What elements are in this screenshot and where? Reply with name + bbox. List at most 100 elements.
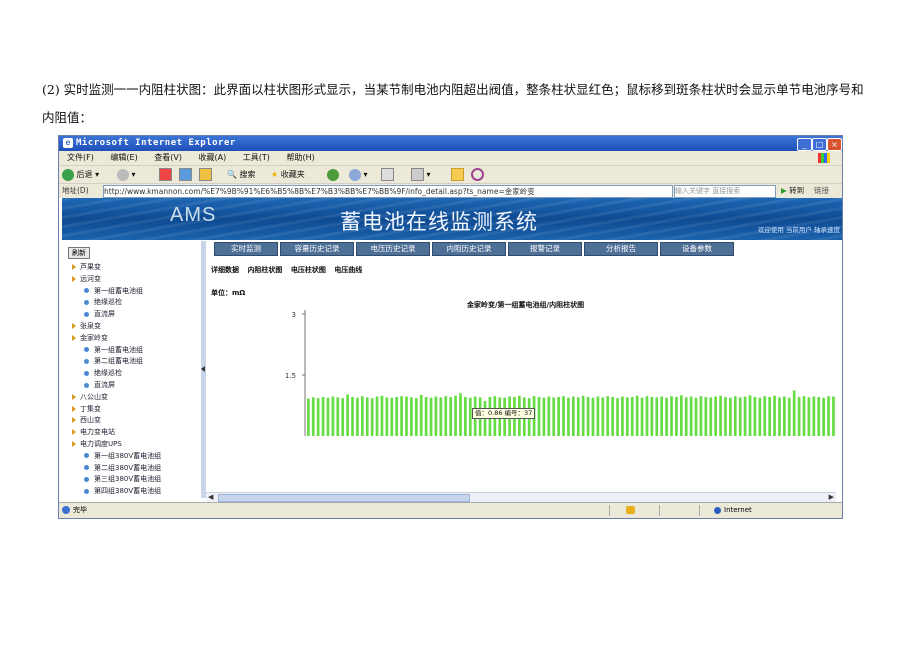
chart-bar[interactable] (365, 397, 369, 436)
chart-bar[interactable] (797, 396, 801, 436)
tree-child-item[interactable]: 直流屏 (84, 379, 115, 391)
chart-bar[interactable] (822, 397, 825, 436)
chart-bar[interactable] (650, 396, 654, 436)
chart-bar[interactable] (606, 396, 610, 436)
scrollbar-thumb[interactable] (218, 494, 470, 502)
chart-bar[interactable] (807, 397, 811, 436)
chart-bar[interactable] (787, 397, 791, 436)
home-button[interactable] (199, 168, 212, 182)
chart-bar[interactable] (454, 395, 457, 436)
tree-station-item[interactable]: 丁集变 (72, 403, 101, 415)
tree-child-item[interactable]: 第二组蓄电池组 (84, 355, 143, 367)
chart-bar[interactable] (763, 396, 767, 436)
chart-bar[interactable] (699, 396, 703, 436)
chart-bar[interactable] (670, 396, 673, 436)
sidebar-splitter[interactable] (201, 241, 206, 498)
tree-child-item[interactable]: 绝缘巡检 (84, 367, 122, 379)
menu-edit[interactable]: 编辑(E) (110, 153, 137, 162)
close-button[interactable]: × (827, 138, 842, 151)
chart-bar[interactable] (464, 396, 467, 436)
chart-bar[interactable] (562, 396, 565, 436)
search-button[interactable]: 🔍 搜索 (227, 168, 256, 182)
chart-bar[interactable] (385, 397, 389, 436)
scroll-right-arrow-icon[interactable]: ▶ (829, 493, 834, 501)
toolbar-search-input[interactable]: 输入关键字 直接搜索 (674, 185, 776, 198)
stop-button[interactable] (159, 168, 172, 182)
refresh-page-button[interactable] (179, 168, 192, 182)
chart-bar[interactable] (414, 398, 418, 436)
chart-bar[interactable] (773, 395, 776, 436)
scroll-left-arrow-icon[interactable]: ◀ (208, 493, 213, 501)
tree-child-item[interactable]: 第四组380V蓄电池组 (84, 485, 161, 497)
tab-analysis-report[interactable]: 分析报告 (584, 242, 658, 256)
chart-bar[interactable] (684, 397, 688, 436)
collapse-arrow-icon[interactable] (201, 366, 205, 372)
chart-bar[interactable] (390, 397, 394, 436)
tab-voltage-history[interactable]: 电压历史记录 (356, 242, 430, 256)
chart-bar[interactable] (419, 394, 423, 436)
chart-bar[interactable] (572, 396, 575, 436)
chart-bar[interactable] (635, 395, 639, 436)
chart-bar[interactable] (640, 397, 644, 436)
chart-bar[interactable] (621, 396, 624, 436)
chart-bar[interactable] (542, 397, 546, 436)
tab-device-params[interactable]: 设备参数 (660, 242, 734, 256)
chart-bar[interactable] (439, 397, 443, 436)
tree-child-item[interactable]: 第一组380V蓄电池组 (84, 450, 161, 462)
chart-bar[interactable] (783, 396, 786, 436)
chart-bar[interactable] (630, 396, 634, 436)
chart-bar[interactable] (665, 397, 668, 436)
chart-bar[interactable] (405, 396, 408, 436)
chart-bar[interactable] (812, 396, 816, 436)
menu-favorites[interactable]: 收藏(A) (199, 153, 227, 162)
chart-bar[interactable] (370, 398, 374, 436)
chart-bar[interactable] (660, 396, 664, 436)
chart-bar[interactable] (733, 396, 737, 436)
chart-bar[interactable] (827, 396, 830, 436)
horizontal-scrollbar[interactable]: ◀ ▶ (206, 492, 836, 502)
forward-button[interactable]: ▾ (117, 168, 136, 182)
tree-station-item[interactable]: 电力变电站 (72, 426, 115, 438)
chart-bar[interactable] (724, 396, 727, 436)
chart-bar[interactable] (748, 395, 752, 436)
chart-bar[interactable] (596, 396, 600, 436)
maximize-button[interactable]: □ (812, 138, 827, 151)
tree-child-item[interactable]: 第二组380V蓄电池组 (84, 462, 161, 474)
chart-bar[interactable] (336, 397, 340, 436)
links-button[interactable]: 链接 (814, 184, 829, 198)
menu-view[interactable]: 查看(V) (154, 153, 182, 162)
tree-child-item[interactable]: 直流屏 (84, 308, 115, 320)
chart-bar[interactable] (768, 396, 771, 436)
go-button[interactable]: ▶ 转到 (781, 185, 804, 196)
chart-bar[interactable] (395, 396, 399, 436)
tree-child-item[interactable]: 绝缘巡检 (84, 296, 122, 308)
messenger-button[interactable] (471, 168, 484, 182)
chart-bar[interactable] (694, 397, 698, 436)
chart-bar[interactable] (714, 396, 718, 436)
chart-bar[interactable] (424, 396, 428, 436)
chart-bar[interactable] (778, 397, 781, 436)
subnav-voltage-bar[interactable]: 电压柱状图 (291, 266, 326, 274)
chart-bar[interactable] (434, 396, 438, 436)
chart-bar[interactable] (552, 397, 556, 436)
tree-station-item[interactable]: 西山变 (72, 414, 101, 426)
chart-bar[interactable] (459, 393, 462, 436)
tab-realtime[interactable]: 实时监测 (214, 242, 278, 256)
tree-station-item[interactable]: 电力调度UPS (72, 438, 122, 450)
back-button[interactable]: 后退 ▾ (62, 168, 99, 182)
mail-button[interactable]: ▾ (349, 168, 368, 182)
chart-bar[interactable] (380, 395, 384, 436)
subnav-voltage-curve[interactable]: 电压曲线 (334, 266, 362, 274)
subnav-detail-data[interactable]: 详细数据 (211, 266, 239, 274)
chart-bar[interactable] (689, 396, 693, 436)
chart-bar[interactable] (449, 396, 453, 436)
chart-bar[interactable] (360, 396, 364, 436)
chart-bar[interactable] (704, 396, 708, 436)
history-button[interactable] (327, 168, 339, 182)
chart-bar[interactable] (586, 396, 590, 436)
menu-file[interactable]: 文件(F) (67, 153, 94, 162)
tab-alarm-records[interactable]: 报警记录 (508, 242, 582, 256)
chart-bar[interactable] (675, 396, 678, 436)
tree-station-item[interactable]: 芦果变 (72, 261, 101, 273)
chart-bar[interactable] (311, 397, 315, 436)
